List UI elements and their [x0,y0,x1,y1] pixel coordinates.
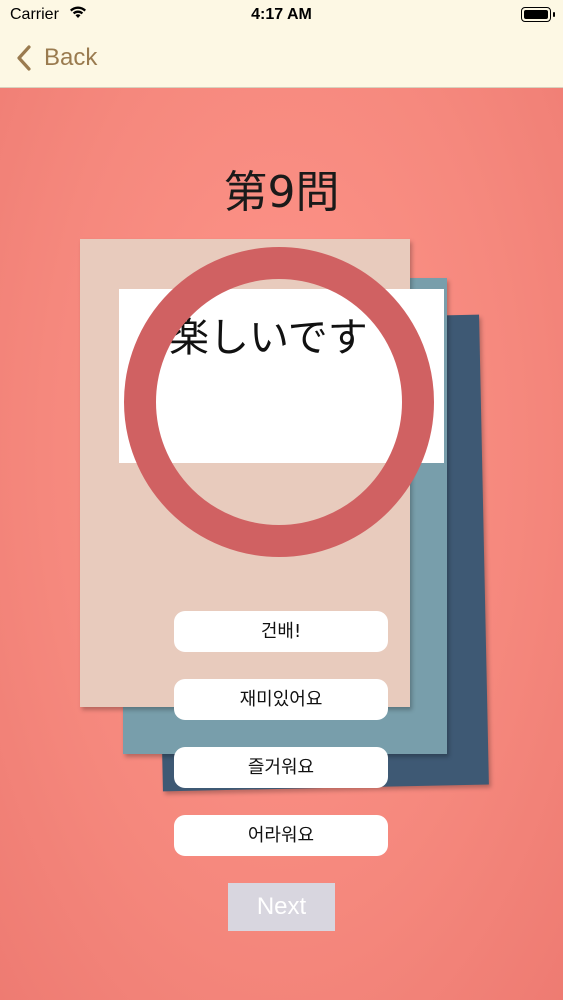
quiz-screen: 第9問 楽しいです 건배! 재미있어요 즐거워요 어라워요 Next [0,88,563,1000]
navigation-bar: Back [0,30,563,88]
answer-button-1[interactable]: 건배! [174,611,388,652]
next-button[interactable]: Next [228,883,335,931]
back-button[interactable]: Back [14,42,97,74]
clock: 4:17 AM [251,6,312,23]
answer-button-4[interactable]: 어라워요 [174,815,388,856]
battery-icon [521,7,555,22]
back-label: Back [44,44,98,71]
answer-button-2[interactable]: 재미있어요 [174,679,388,720]
answer-button-3[interactable]: 즐거워요 [174,747,388,788]
chevron-left-icon [17,45,31,71]
correct-circle-mark [124,247,434,557]
question-number-title: 第9問 [223,167,340,218]
status-bar: Carrier 4:17 AM [0,0,563,30]
